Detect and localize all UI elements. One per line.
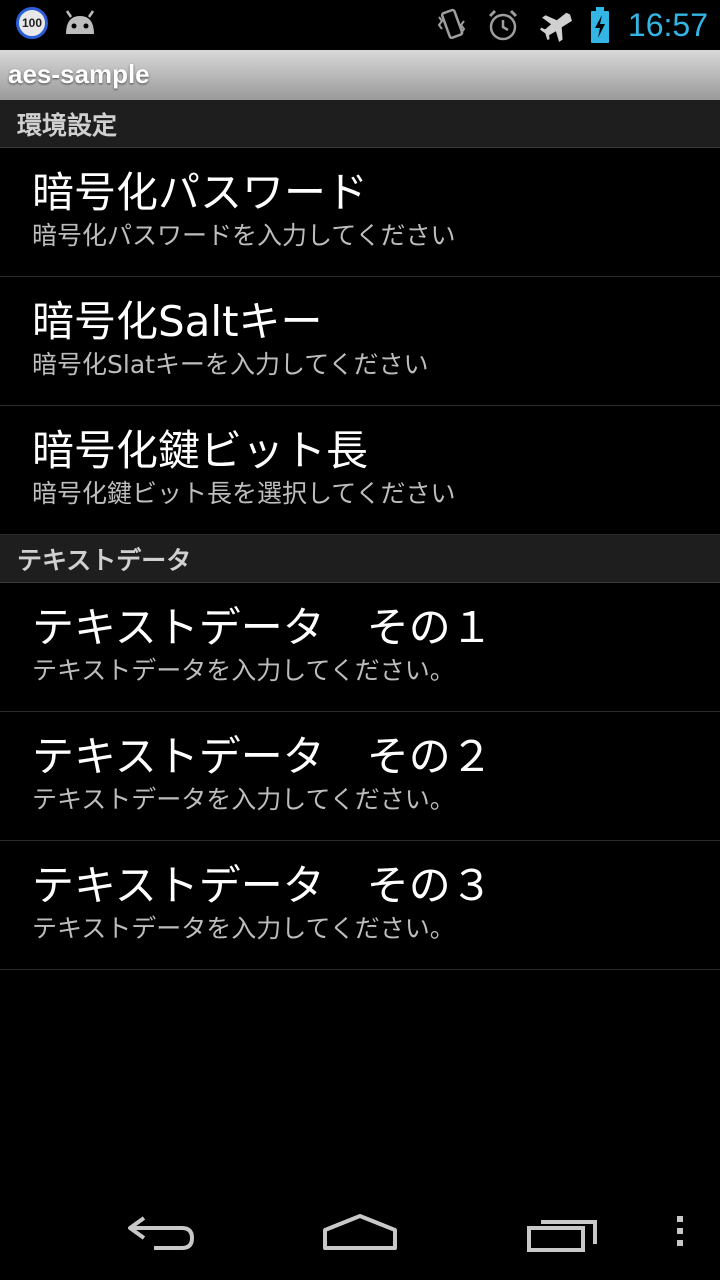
recent-apps-icon[interactable] <box>526 1208 600 1258</box>
pref-text-data-3[interactable]: テキストデータ その３ テキストデータを入力してください。 <box>0 841 720 970</box>
pref-title: 暗号化鍵ビット長 <box>32 426 369 475</box>
pref-text-data-2[interactable]: テキストデータ その２ テキストデータを入力してください。 <box>0 712 720 841</box>
status-bar: 100 16:57 <box>0 0 720 50</box>
action-bar: aes-sample <box>0 50 720 100</box>
overflow-menu-icon[interactable] <box>674 1208 686 1248</box>
pref-text-data-1[interactable]: テキストデータ その１ テキストデータを入力してください。 <box>0 583 720 712</box>
airplane-icon <box>539 12 572 42</box>
pref-summary: テキストデータを入力してください。 <box>32 785 455 814</box>
back-icon[interactable] <box>124 1208 196 1258</box>
pref-encryption-password[interactable]: 暗号化パスワード 暗号化パスワードを入力してください <box>0 148 720 277</box>
clock: 16:57 <box>627 6 708 43</box>
category-header-settings: 環境設定 <box>0 100 720 148</box>
battery-level-badge-icon: 100 <box>16 7 48 39</box>
pref-title: テキストデータ その１ <box>32 603 493 652</box>
android-robot-icon <box>65 10 95 34</box>
home-icon[interactable] <box>322 1208 398 1258</box>
preference-list: 環境設定 暗号化パスワード 暗号化パスワードを入力してください 暗号化Saltキ… <box>0 100 720 970</box>
alarm-icon <box>488 9 517 41</box>
pref-summary: 暗号化パスワードを入力してください <box>32 221 456 250</box>
navigation-bar <box>0 1184 720 1280</box>
pref-title: テキストデータ その３ <box>32 861 493 910</box>
pref-encryption-salt-key[interactable]: 暗号化Saltキー 暗号化Slatキーを入力してください <box>0 277 720 406</box>
vibrate-icon <box>437 8 466 40</box>
pref-title: 暗号化Saltキー <box>32 297 323 346</box>
pref-title: 暗号化パスワード <box>32 168 369 217</box>
pref-title: テキストデータ その２ <box>32 732 493 781</box>
pref-summary: テキストデータを入力してください。 <box>32 656 455 685</box>
pref-summary: テキストデータを入力してください。 <box>32 914 455 943</box>
pref-summary: 暗号化Slatキーを入力してください <box>32 350 429 379</box>
pref-encryption-key-bit-length[interactable]: 暗号化鍵ビット長 暗号化鍵ビット長を選択してください <box>0 406 720 535</box>
system-icons: 16:57 <box>436 4 708 46</box>
notification-icons: 100 <box>16 7 98 39</box>
category-header-text-data: テキストデータ <box>0 535 720 583</box>
battery-charging-icon <box>590 7 609 43</box>
app-title: aes-sample <box>8 59 150 89</box>
pref-summary: 暗号化鍵ビット長を選択してください <box>32 479 456 508</box>
